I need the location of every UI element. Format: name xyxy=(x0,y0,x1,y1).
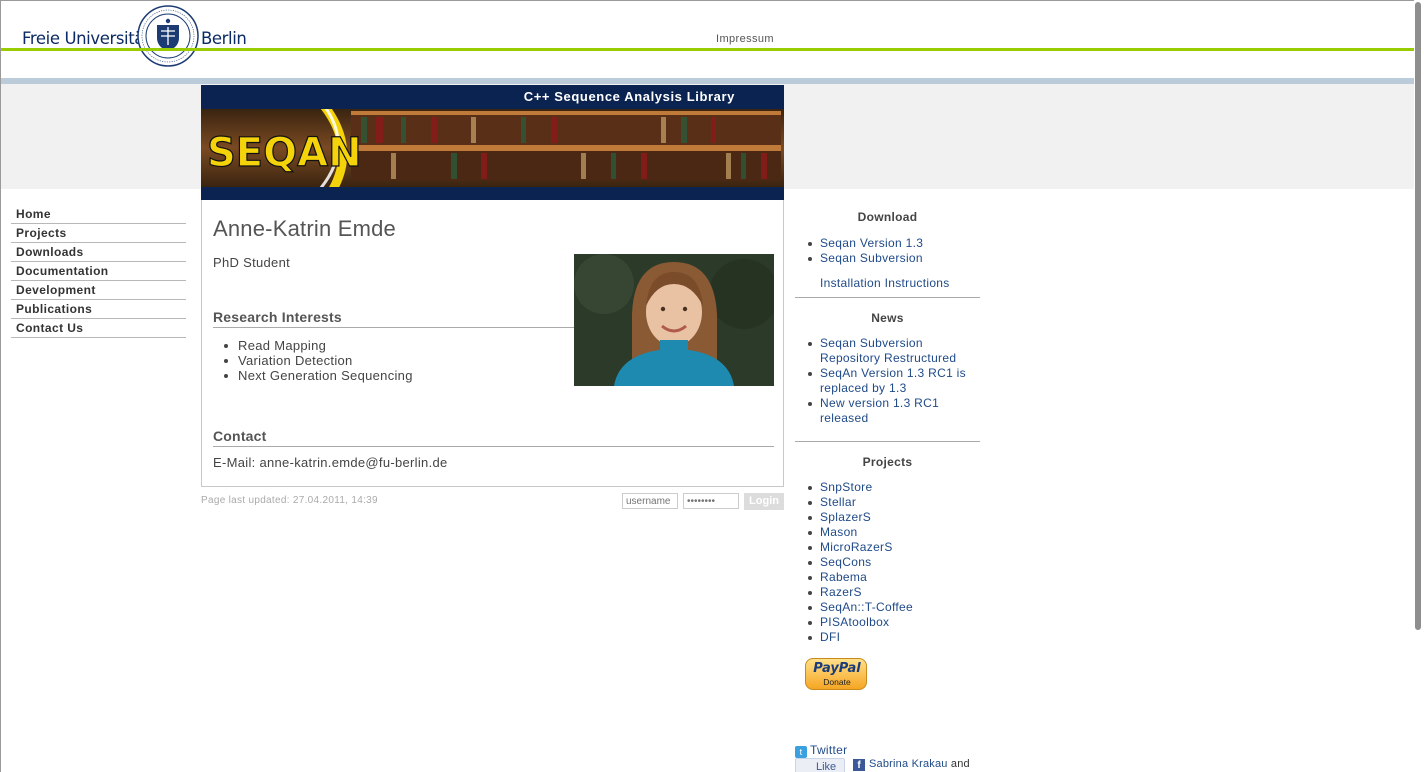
project-link[interactable]: DFI xyxy=(820,630,840,644)
main-nav: Home Projects Downloads Documentation De… xyxy=(11,205,186,338)
list-item: SplazerS xyxy=(808,510,980,525)
login-button[interactable]: Login xyxy=(744,493,784,510)
last-updated-text: Page last updated: 27.04.2011, 14:39 xyxy=(201,495,378,506)
news-heading: News xyxy=(871,311,904,325)
research-interests-heading: Research Interests xyxy=(213,309,574,328)
news-link-cont[interactable]: released xyxy=(820,411,868,425)
profile-photo xyxy=(574,254,774,386)
list-item: Rabema xyxy=(808,570,980,585)
facebook-friend-link[interactable]: Sabrina Krakau xyxy=(869,758,948,770)
seqan-banner: C++ Sequence Analysis Library SEQAN xyxy=(201,85,784,200)
list-item: Mason xyxy=(808,525,980,540)
twitter-link[interactable]: Twitter xyxy=(810,743,847,757)
project-link[interactable]: Mason xyxy=(820,525,858,539)
download-heading: Download xyxy=(857,210,918,224)
list-item: DFI xyxy=(808,630,980,645)
list-item: Variation Detection xyxy=(224,353,413,368)
nav-item-contact-us[interactable]: Contact Us xyxy=(11,319,186,338)
divider xyxy=(795,297,980,298)
banner-title: C++ Sequence Analysis Library xyxy=(523,89,735,104)
right-sidebar: Download Seqan Version 1.3 Seqan Subvers… xyxy=(795,210,980,645)
twitter-bird-icon: t xyxy=(795,746,807,758)
projects-list: SnpStore Stellar SplazerS Mason MicroRaz… xyxy=(808,480,980,645)
list-item: SeqAn Version 1.3 RC1 is replaced by 1.3 xyxy=(808,366,980,396)
email-line[interactable]: E-Mail: anne-katrin.emde@fu-berlin.de xyxy=(213,455,448,470)
profile-content: Anne-Katrin Emde PhD Student Research In… xyxy=(201,200,784,487)
list-item: MicroRazerS xyxy=(808,540,980,555)
project-link[interactable]: SplazerS xyxy=(820,510,871,524)
list-item: SeqCons xyxy=(808,555,980,570)
nav-item-development[interactable]: Development xyxy=(11,281,186,300)
nav-item-publications[interactable]: Publications xyxy=(11,300,186,319)
seqan-logo-library-image[interactable]: SEQAN xyxy=(201,109,784,187)
news-list: Seqan Subversion Repository Restructured … xyxy=(808,336,980,426)
project-link[interactable]: RazerS xyxy=(820,585,862,599)
list-item: Seqan Version 1.3 xyxy=(808,236,980,251)
twitter-link-row[interactable]: t Twitter xyxy=(795,743,847,758)
page-title: Anne-Katrin Emde xyxy=(213,216,396,241)
person-role: PhD Student xyxy=(213,255,291,270)
facebook-friends-text: Sabrina Krakau and xyxy=(869,758,970,770)
list-item: RazerS xyxy=(808,585,980,600)
list-item: New version 1.3 RC1 released xyxy=(808,396,980,426)
nav-item-downloads[interactable]: Downloads xyxy=(11,243,186,262)
divider xyxy=(795,441,980,442)
facebook-icon: f xyxy=(853,759,865,771)
vertical-scrollbar-thumb[interactable] xyxy=(1415,2,1421,630)
contact-heading: Contact xyxy=(213,428,774,447)
facebook-and-text: and xyxy=(950,758,970,770)
research-interests-list: Read Mapping Variation Detection Next Ge… xyxy=(224,338,413,383)
list-item: SnpStore xyxy=(808,480,980,495)
download-link[interactable]: Seqan Subversion xyxy=(820,251,923,265)
list-item: Seqan Subversion xyxy=(808,251,980,266)
news-link-cont[interactable]: replaced by 1.3 xyxy=(820,381,907,395)
news-link-cont[interactable]: Repository Restructured xyxy=(820,351,956,365)
list-item: SeqAn::T-Coffee xyxy=(808,600,980,615)
list-item: Read Mapping xyxy=(224,338,413,353)
password-input[interactable] xyxy=(683,493,739,509)
news-link[interactable]: New version 1.3 RC1 xyxy=(820,396,939,410)
project-link[interactable]: SeqCons xyxy=(820,555,871,569)
list-item: PISAtoolbox xyxy=(808,615,980,630)
list-item: Next Generation Sequencing xyxy=(224,368,413,383)
paypal-donate-label: Donate xyxy=(823,677,851,687)
project-link[interactable]: Rabema xyxy=(820,570,867,584)
seqan-logo-text: SEQAN xyxy=(207,130,362,176)
fu-logo-text-right[interactable]: Berlin xyxy=(201,29,247,48)
nav-item-projects[interactable]: Projects xyxy=(11,224,186,243)
project-link[interactable]: PISAtoolbox xyxy=(820,615,889,629)
project-link[interactable]: MicroRazerS xyxy=(820,540,893,554)
download-list: Seqan Version 1.3 Seqan Subversion xyxy=(808,236,980,266)
projects-heading: Projects xyxy=(862,455,913,469)
list-item: Stellar xyxy=(808,495,980,510)
header-green-rule xyxy=(1,48,1414,51)
download-link[interactable]: Seqan Version 1.3 xyxy=(820,236,923,250)
paypal-donate-button[interactable]: PayPal Donate xyxy=(805,658,867,690)
project-link[interactable]: Stellar xyxy=(820,495,856,509)
nav-item-home[interactable]: Home xyxy=(11,205,186,224)
news-link[interactable]: SeqAn Version 1.3 RC1 is xyxy=(820,366,966,380)
project-link[interactable]: SeqAn::T-Coffee xyxy=(820,600,913,614)
username-input[interactable] xyxy=(622,493,678,509)
impressum-link[interactable]: Impressum xyxy=(716,33,774,45)
project-link[interactable]: SnpStore xyxy=(820,480,872,494)
list-item: Seqan Subversion Repository Restructured xyxy=(808,336,980,366)
fu-seal-icon[interactable] xyxy=(137,5,199,67)
installation-instructions-link[interactable]: Installation Instructions xyxy=(820,276,950,290)
news-link[interactable]: Seqan Subversion xyxy=(820,336,923,350)
paypal-logo-text: PayPal xyxy=(813,661,861,676)
fu-logo-text-left[interactable]: Freie Universität xyxy=(22,29,150,48)
nav-item-documentation[interactable]: Documentation xyxy=(11,262,186,281)
facebook-like-button[interactable]: Like xyxy=(795,758,845,772)
